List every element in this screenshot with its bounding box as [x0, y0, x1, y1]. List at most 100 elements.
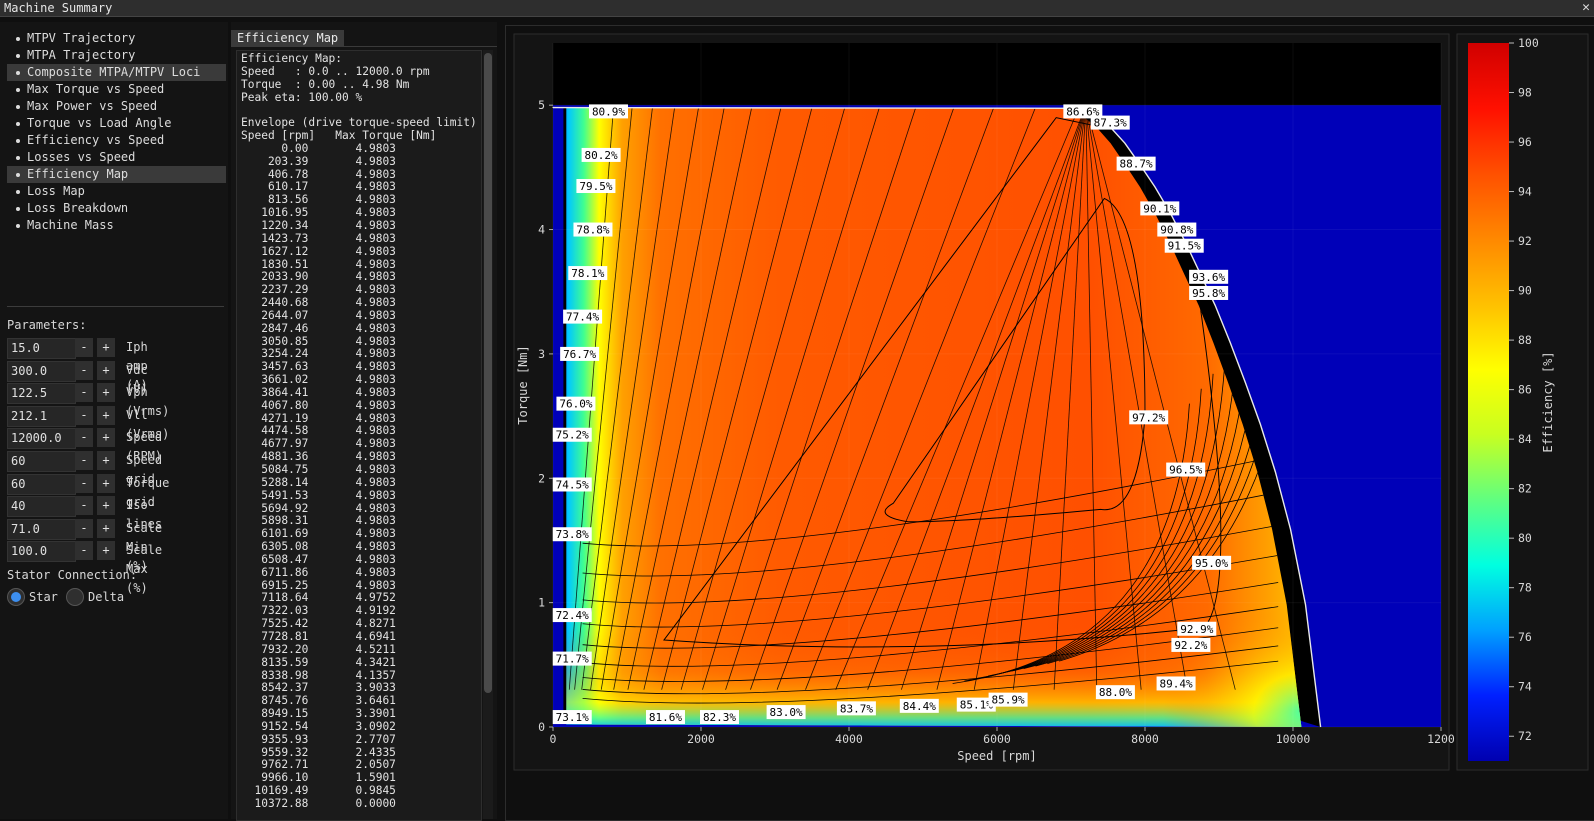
increment-button[interactable]: + [97, 496, 115, 516]
colorbar-tick-label: 98 [1518, 86, 1532, 100]
contour-label: 71.7% [552, 651, 592, 666]
param-input[interactable] [7, 451, 76, 472]
contour-label: 89.4% [1156, 676, 1196, 691]
colorbar-tick-label: 82 [1518, 482, 1532, 496]
star-radio-circle[interactable] [7, 588, 25, 606]
param-input[interactable] [7, 518, 76, 540]
sidebar-item[interactable]: Efficiency vs Speed [7, 132, 226, 149]
contour-label: 92.9% [1177, 621, 1217, 636]
svg-text:76.7%: 76.7% [563, 348, 596, 361]
contour-label: 78.1% [568, 266, 608, 281]
contour-label: 81.6% [645, 710, 685, 725]
increment-button[interactable]: + [97, 383, 115, 403]
param-input[interactable] [7, 428, 76, 450]
window-title: Machine Summary [4, 1, 113, 15]
sidebar-item-label: MTPV Trajectory [27, 31, 136, 45]
sidebar-item-label: Torque vs Load Angle [27, 116, 172, 130]
svg-text:85.1%: 85.1% [960, 699, 993, 712]
increment-button[interactable]: + [97, 473, 115, 493]
colorbar-tick-label: 96 [1518, 135, 1532, 149]
increment-button[interactable]: + [97, 360, 115, 380]
param-input[interactable] [7, 360, 76, 382]
y-tick-label: 3 [538, 347, 545, 361]
increment-button[interactable]: + [97, 541, 115, 561]
svg-text:81.6%: 81.6% [649, 711, 682, 724]
decrement-button[interactable]: - [75, 496, 93, 516]
window-titlebar: Machine Summary ✕ [0, 0, 1594, 17]
sidebar-item[interactable]: MTPV Trajectory [7, 30, 226, 47]
sidebar-item-label: Max Torque vs Speed [27, 82, 165, 96]
contour-label: 73.1% [552, 710, 592, 725]
bullet-icon [16, 207, 20, 211]
svg-text:97.2%: 97.2% [1132, 411, 1165, 424]
decrement-button[interactable]: - [75, 451, 93, 470]
decrement-button[interactable]: - [75, 405, 93, 425]
sidebar-item-label: Max Power vs Speed [27, 99, 158, 113]
x-tick-label: 6000 [983, 732, 1011, 746]
decrement-button[interactable]: - [75, 518, 93, 538]
contour-label: 79.5% [576, 179, 616, 194]
decrement-button[interactable]: - [75, 338, 93, 357]
sidebar-item[interactable]: Torque vs Load Angle [7, 115, 226, 132]
svg-text:75.2%: 75.2% [556, 429, 589, 442]
increment-button[interactable]: + [97, 338, 115, 357]
scrollbar-thumb[interactable] [484, 53, 492, 693]
delta-radio-circle[interactable] [66, 588, 84, 606]
increment-button[interactable]: + [97, 451, 115, 470]
sidebar-item[interactable]: Max Power vs Speed [7, 98, 226, 115]
x-tick-label: 4000 [835, 732, 863, 746]
param-input[interactable] [7, 496, 76, 518]
close-icon[interactable]: ✕ [1582, 0, 1590, 16]
decrement-button[interactable]: - [75, 428, 93, 448]
sidebar-item[interactable]: Machine Mass [7, 217, 226, 234]
svg-text:90.1%: 90.1% [1143, 202, 1176, 215]
contour-label: 72.4% [552, 608, 592, 623]
decrement-button[interactable]: - [75, 383, 93, 403]
param-input[interactable] [7, 473, 76, 495]
contour-label: 75.2% [552, 427, 592, 442]
contour-label: 80.9% [589, 104, 628, 119]
sidebar-item[interactable]: Max Torque vs Speed [7, 81, 226, 98]
svg-text:92.9%: 92.9% [1180, 623, 1213, 636]
x-tick-label: 1200 [1427, 732, 1455, 746]
sidebar-item-label: Machine Mass [27, 218, 114, 232]
svg-text:90.8%: 90.8% [1160, 224, 1193, 237]
param-input[interactable] [7, 405, 76, 427]
contour-label: 95.0% [1192, 555, 1232, 570]
decrement-button[interactable]: - [75, 541, 93, 561]
param-input[interactable] [7, 383, 76, 405]
sidebar-item[interactable]: MTPA Trajectory [7, 47, 226, 64]
contour-label: 85.9% [988, 692, 1028, 707]
bullet-icon [16, 139, 20, 143]
svg-text:73.1%: 73.1% [556, 711, 589, 724]
x-axis-label: Speed [rpm] [957, 749, 1036, 763]
decrement-button[interactable]: - [75, 360, 93, 380]
svg-text:84.4%: 84.4% [903, 700, 936, 713]
y-tick-label: 0 [538, 720, 545, 734]
sidebar-item[interactable]: Efficiency Map [7, 166, 226, 183]
svg-text:74.5%: 74.5% [556, 478, 589, 491]
sidebar-item[interactable]: Composite MTPA/MTPV Loci [7, 64, 226, 81]
contour-label: 76.7% [560, 346, 600, 361]
contour-label: 88.0% [1095, 685, 1135, 700]
sidebar-item[interactable]: Loss Breakdown [7, 200, 226, 217]
increment-button[interactable]: + [97, 428, 115, 448]
param-input[interactable] [7, 338, 76, 359]
report-scrollbar[interactable] [483, 50, 493, 819]
colorbar-label: Efficiency [%] [1541, 351, 1555, 452]
x-tick-label: 2000 [687, 732, 715, 746]
increment-button[interactable]: + [97, 405, 115, 425]
sidebar-item[interactable]: Loss Map [7, 183, 226, 200]
tab-efficiency-map[interactable]: Efficiency Map [231, 30, 345, 46]
contour-label: 93.6% [1189, 269, 1229, 284]
sidebar-item-label: Loss Map [27, 184, 85, 198]
contour-label: 92.2% [1171, 637, 1211, 652]
sidebar-item-label: Efficiency Map [27, 167, 129, 181]
param-input[interactable] [7, 541, 76, 563]
x-tick-label: 10000 [1276, 732, 1311, 746]
decrement-button[interactable]: - [75, 473, 93, 493]
svg-text:72.4%: 72.4% [556, 609, 589, 622]
report-textbox[interactable]: Efficiency Map: Speed : 0.0 .. 12000.0 r… [236, 50, 482, 821]
increment-button[interactable]: + [97, 518, 115, 538]
sidebar-item[interactable]: Losses vs Speed [7, 149, 226, 166]
